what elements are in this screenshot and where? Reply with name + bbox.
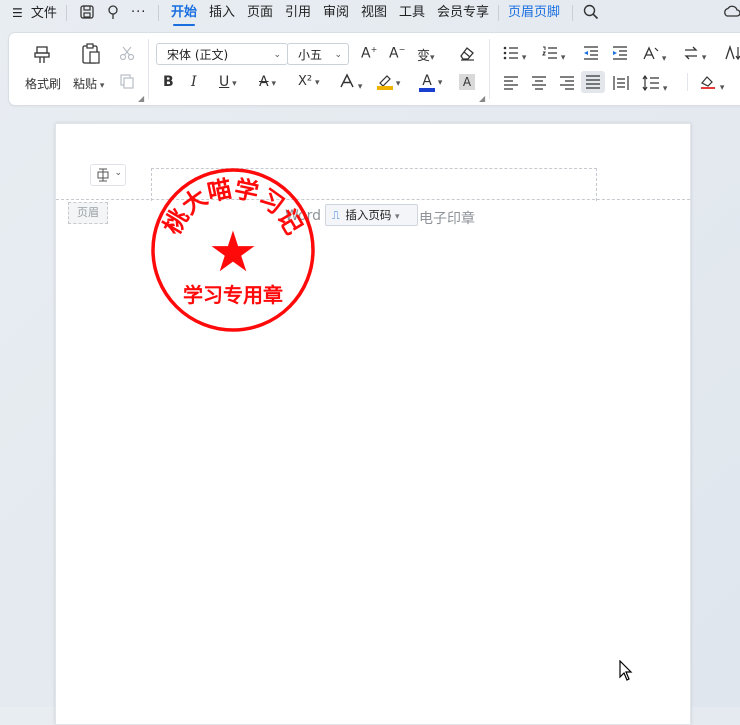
menu-divider <box>158 5 159 21</box>
italic-button[interactable]: I <box>191 74 197 90</box>
copy-icon[interactable] <box>119 73 135 92</box>
align-center-icon[interactable] <box>531 76 547 93</box>
sort-icon[interactable]: ▾ <box>683 46 706 63</box>
superscript-button[interactable]: X² ▾ <box>298 74 320 89</box>
header-options-button[interactable]: ⌄ <box>90 164 126 186</box>
chevron-down-icon: ▾ <box>229 79 237 89</box>
ribbon-divider <box>148 39 149 99</box>
ribbon-divider <box>489 39 490 99</box>
strikethrough-button[interactable]: A ▾ <box>259 74 276 90</box>
insert-page-number-button[interactable]: ⎍ 插入页码 ▾ <box>325 204 418 226</box>
strike-letter: A <box>259 74 269 90</box>
underline-letter: U <box>219 74 230 90</box>
mouse-cursor-icon <box>619 659 633 686</box>
save-icon[interactable] <box>79 4 95 22</box>
character-shading-button[interactable]: A <box>459 74 475 90</box>
text-effect-button[interactable]: ▾ <box>339 73 362 92</box>
align-right-icon[interactable] <box>559 76 575 93</box>
tab-references[interactable]: 引用 <box>285 4 311 22</box>
font-name-select[interactable]: 宋体 (正文) ⌄ <box>156 43 288 65</box>
tab-home[interactable]: 开始 <box>171 4 197 26</box>
bullet-list-icon[interactable]: ▾ <box>503 46 526 63</box>
font-launcher-icon[interactable]: ◢ <box>479 94 485 103</box>
file-menu[interactable]: ☰ 文件 <box>12 4 57 22</box>
format-painter-label[interactable]: 格式刷 <box>25 75 61 92</box>
tab-tools[interactable]: 工具 <box>399 4 425 22</box>
tab-view[interactable]: 视图 <box>361 4 387 22</box>
seal-bottom-text: 学习专用章 <box>183 283 283 307</box>
line-spacing-icon[interactable]: ▾ <box>642 74 667 94</box>
chevron-down-icon: ▾ <box>435 78 443 88</box>
chevron-down-icon: ⌄ <box>334 50 342 60</box>
search-icon[interactable] <box>583 4 599 22</box>
show-hide-marks-icon[interactable] <box>724 44 740 64</box>
tab-header-footer[interactable]: 页眉页脚 <box>508 4 560 22</box>
tab-member[interactable]: 会员专享 <box>437 4 489 22</box>
chevron-down-icon: ▾ <box>312 78 320 88</box>
numbered-list-icon[interactable]: ▾ <box>542 46 565 63</box>
more-options-icon[interactable]: ··· <box>131 4 146 22</box>
superscript-label: X² <box>298 74 313 89</box>
tab-review[interactable]: 审阅 <box>323 4 349 22</box>
file-menu-label: 文件 <box>30 6 57 21</box>
paragraph-shading-icon[interactable]: ▾ <box>699 74 724 93</box>
bold-button[interactable]: B <box>163 74 174 90</box>
clipboard-launcher-icon[interactable]: ◢ <box>138 94 144 103</box>
increase-indent-icon[interactable] <box>612 46 628 63</box>
clear-format-icon[interactable] <box>458 45 476 64</box>
header-layout-icon <box>97 168 109 182</box>
tab-insert[interactable]: 插入 <box>209 4 235 22</box>
chevron-down-icon: ▾ <box>395 212 400 222</box>
align-left-icon[interactable] <box>503 76 519 93</box>
paste-button[interactable]: 粘贴 ▾ <box>73 75 104 92</box>
chevron-down-icon: ▾ <box>393 79 401 89</box>
document-page[interactable]: ⌄ 页眉 Word ⎍ 插入页码 ▾ 电子印章 桃大喵学习记 ★ 学习专用章 <box>55 123 691 725</box>
insert-page-number-label: 插入页码 <box>345 208 392 222</box>
ribbon-divider <box>687 73 688 91</box>
cut-icon[interactable] <box>119 45 135 64</box>
menu-divider <box>572 5 573 21</box>
ribbon-home: 格式刷 粘贴 ▾ ◢ 宋体 (正文) ⌄ 小五 ⌄ A+ A− 变▾ B I U… <box>8 32 740 106</box>
distributed-align-icon[interactable] <box>613 75 629 94</box>
chevron-down-icon: ⌄ <box>114 168 122 178</box>
font-color-button[interactable]: A ▾ <box>419 73 443 92</box>
chevron-down-icon: ▾ <box>268 79 276 89</box>
justify-button[interactable] <box>581 71 605 93</box>
underline-button[interactable]: U ▾ <box>219 74 237 90</box>
decrease-indent-icon[interactable] <box>583 46 599 63</box>
paste-label: 粘贴 <box>73 77 98 91</box>
font-name-value: 宋体 (正文) <box>167 48 229 62</box>
decrease-font-size-icon[interactable]: A− <box>389 45 405 62</box>
menu-bar: ☰ 文件 ··· 开始 插入 页面 引用 审阅 视图 工具 会员专享 页眉页脚 <box>0 0 740 26</box>
menu-divider <box>66 5 67 21</box>
header-text-seal[interactable]: 电子印章 <box>419 208 475 228</box>
font-size-select[interactable]: 小五 ⌄ <box>287 43 349 65</box>
chevron-down-icon: ▾ <box>355 82 363 92</box>
phonetic-guide-icon[interactable]: 变▾ <box>417 45 435 64</box>
tab-page[interactable]: 页面 <box>247 4 273 22</box>
cloud-icon[interactable] <box>723 4 740 22</box>
font-size-value: 小五 <box>298 48 323 62</box>
chevron-down-icon: ▾ <box>97 81 105 91</box>
print-preview-icon[interactable] <box>105 4 121 22</box>
header-tag: 页眉 <box>68 202 108 224</box>
highlight-button[interactable]: ▾ <box>377 73 400 90</box>
text-direction-icon[interactable]: ▾ <box>641 45 666 64</box>
increase-font-size-icon[interactable]: A+ <box>361 45 377 62</box>
format-painter-icon[interactable] <box>31 43 53 68</box>
highlighter-icon <box>377 73 393 90</box>
chevron-down-icon: ⌄ <box>273 50 281 60</box>
star-icon: ★ <box>208 220 258 285</box>
page-number-icon: ⎍ <box>332 209 340 222</box>
font-color-letter: A <box>422 73 432 89</box>
paste-icon[interactable] <box>80 42 102 69</box>
electronic-seal[interactable]: 桃大喵学习记 ★ 学习专用章 <box>150 167 316 333</box>
menu-divider <box>498 5 499 21</box>
hamburger-icon: ☰ <box>12 6 23 20</box>
justify-icon <box>586 75 600 89</box>
